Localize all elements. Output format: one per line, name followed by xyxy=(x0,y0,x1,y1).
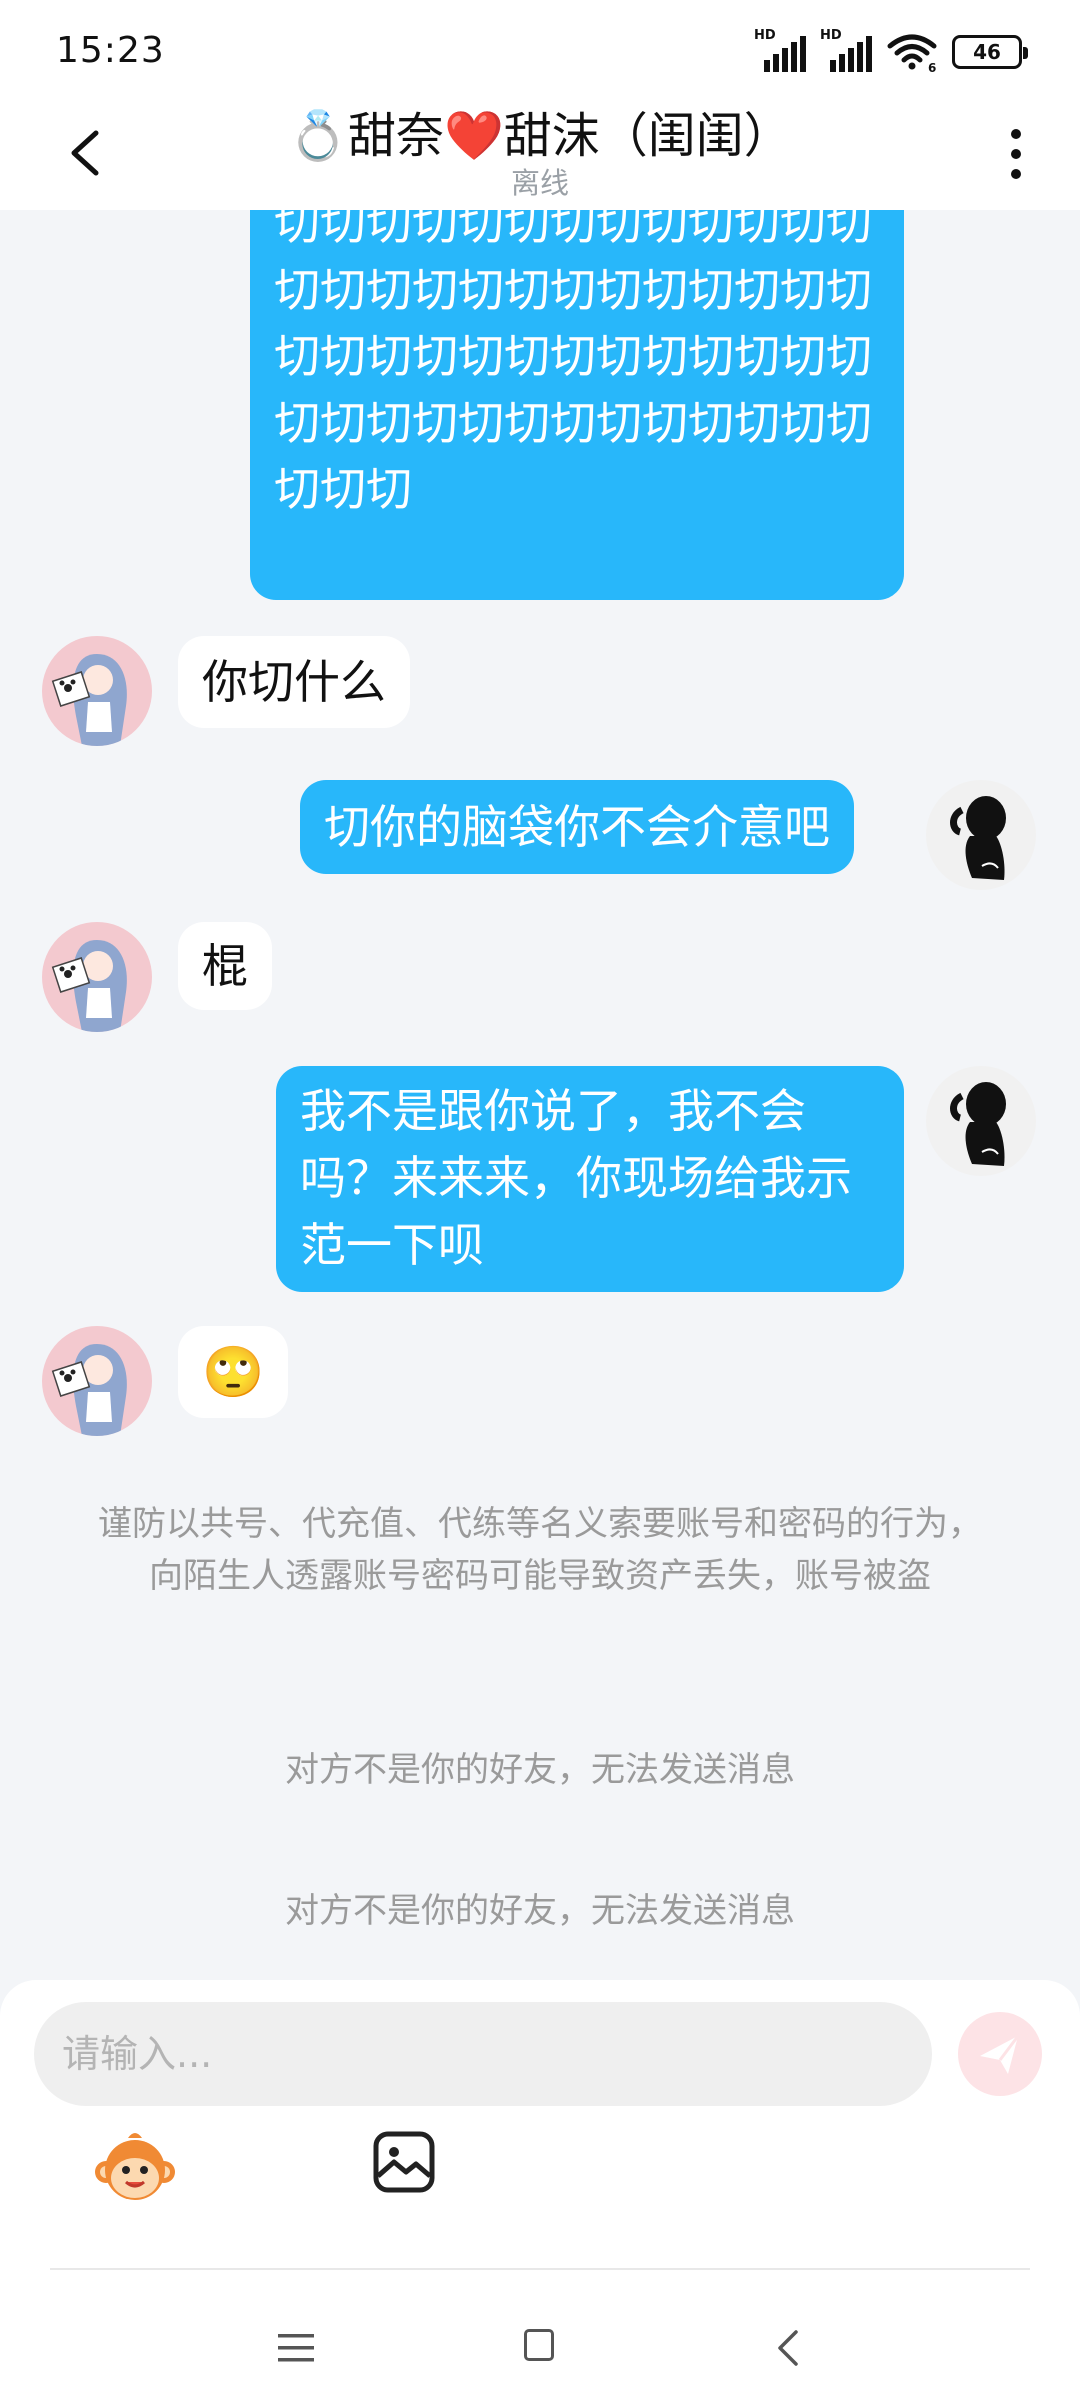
message-list[interactable]: 切切切切切切切切切切切切切切切切切切切切切切切切切切切切切切切切切切切切切切切切… xyxy=(0,210,1080,1980)
status-icons: HD HD 6 46 xyxy=(754,28,1028,74)
avatar-contact[interactable] xyxy=(42,1326,152,1436)
status-time: 15:23 xyxy=(56,30,165,71)
divider xyxy=(50,2268,1030,2270)
avatar-self[interactable] xyxy=(926,780,1036,890)
composer-panel: 请输入... xyxy=(0,1980,1080,2400)
security-notice: 谨防以共号、代充值、代练等名义索要账号和密码的行为，向陌生人透露账号密码可能导致… xyxy=(98,1504,982,1596)
system-notice: 对方不是你的好友，无法发送消息 xyxy=(285,1891,795,1931)
battery-icon: 46 xyxy=(952,35,1028,69)
cell-signal-icon: HD xyxy=(820,28,872,72)
monkey-emoji-icon[interactable] xyxy=(92,2126,178,2212)
message-bubble-incoming[interactable]: 🙄 xyxy=(178,1326,289,1418)
message-bubble-outgoing[interactable]: 我不是跟你说了，我不会吗？来来来，你现场给我示范一下呗 xyxy=(276,1066,904,1292)
square-home-icon[interactable] xyxy=(524,2329,554,2361)
message-bubble-outgoing[interactable]: 切切切切切切切切切切切切切切切切切切切切切切切切切切切切切切切切切切切切切切切切… xyxy=(250,210,904,600)
avatar-self-image xyxy=(926,1066,1036,1176)
avatar-contact-image xyxy=(42,636,152,746)
avatar-self[interactable] xyxy=(926,1066,1036,1176)
wifi-icon: 6 xyxy=(887,34,937,72)
avatar-contact[interactable] xyxy=(42,636,152,746)
online-status: 离线 xyxy=(510,166,569,200)
message-bubble-outgoing[interactable]: 切你的脑袋你不会介意吧 xyxy=(300,780,854,874)
avatar-contact-image xyxy=(42,1326,152,1436)
more-vertical-icon[interactable] xyxy=(996,118,1036,190)
send-button[interactable] xyxy=(958,2012,1042,2096)
avatar-self-image xyxy=(926,780,1036,890)
message-bubble-incoming[interactable]: 棍 xyxy=(178,922,272,1010)
paper-plane-icon xyxy=(980,2035,1020,2074)
triangle-back-icon[interactable] xyxy=(776,2328,800,2368)
message-bubble-incoming[interactable]: 你切什么 xyxy=(178,636,410,728)
menu-icon[interactable] xyxy=(278,2332,314,2364)
wifi-badge: 6 xyxy=(928,61,936,72)
system-notice: 对方不是你的好友，无法发送消息 xyxy=(285,1750,795,1790)
chat-header: 💍甜奈❤️甜沫（闺闺） 离线 xyxy=(0,100,1080,210)
avatar-contact-image xyxy=(42,922,152,1032)
status-bar: 15:23 HD HD 6 46 xyxy=(0,0,1080,100)
image-icon[interactable] xyxy=(372,2130,436,2194)
cell-signal-icon: HD xyxy=(754,28,806,72)
message-input[interactable]: 请输入... xyxy=(34,2002,932,2106)
avatar-contact[interactable] xyxy=(42,922,152,1032)
